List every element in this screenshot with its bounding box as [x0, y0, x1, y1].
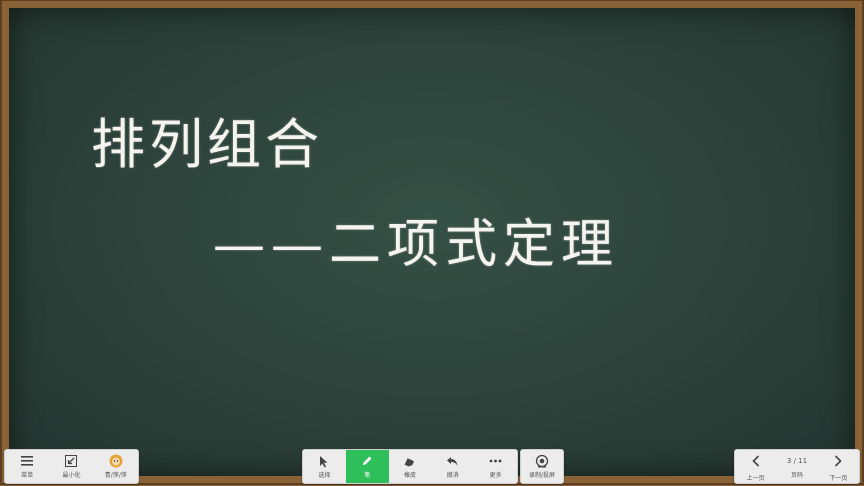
chalkboard: 排列组合 ——二项式定理 — [0, 0, 864, 486]
pager-toolbar: 上一页 3 / 11 页码 下一页 — [734, 449, 860, 484]
user-label: 青/萍/萍 — [104, 472, 127, 479]
menu-button[interactable]: 菜单 — [5, 450, 49, 483]
record-toolbar: 录制/投屏 — [520, 449, 564, 484]
page-count-label: 页码 — [790, 472, 803, 479]
eraser-label: 橡皮 — [403, 472, 416, 479]
menu-icon — [19, 454, 35, 468]
board-title: 排列组合 — [91, 113, 323, 176]
eraser-icon — [402, 454, 418, 468]
menu-label: 菜单 — [21, 472, 34, 479]
record-icon — [534, 454, 550, 468]
page-count: 3 / 11 — [786, 457, 808, 465]
more-button[interactable]: 更多 — [474, 450, 517, 483]
record-button[interactable]: 录制/投屏 — [521, 450, 563, 483]
next-page-button[interactable]: 下一页 — [818, 450, 859, 483]
eraser-tool-button[interactable]: 橡皮 — [389, 450, 432, 483]
minimize-label: 最小化 — [62, 472, 81, 479]
pen-icon — [359, 454, 375, 468]
user-button[interactable]: 青/萍/萍 — [94, 450, 138, 483]
select-tool-button[interactable]: 选择 — [303, 450, 346, 483]
minimize-button[interactable]: 最小化 — [49, 450, 93, 483]
undo-label: 撤消 — [446, 472, 459, 479]
prev-page-button[interactable]: 上一页 — [735, 450, 776, 483]
pen-label: 笔 — [364, 472, 371, 479]
tools-toolbar: 选择 笔 橡皮 撤消 更多 — [302, 449, 518, 484]
chevron-right-icon — [834, 452, 842, 471]
more-label: 更多 — [489, 472, 502, 479]
next-page-label: 下一页 — [829, 474, 848, 482]
pen-tool-button[interactable]: 笔 — [345, 450, 389, 483]
record-label: 录制/投屏 — [528, 472, 556, 479]
select-label: 选择 — [318, 472, 331, 479]
left-toolbar: 菜单 最小化 青/萍/萍 — [4, 449, 139, 484]
chevron-left-icon — [752, 452, 760, 471]
more-icon — [488, 454, 504, 468]
page-indicator[interactable]: 3 / 11 页码 — [776, 450, 817, 483]
prev-page-label: 上一页 — [746, 474, 765, 482]
avatar-icon — [108, 454, 124, 468]
minimize-icon — [63, 454, 79, 468]
undo-button[interactable]: 撤消 — [431, 450, 474, 483]
undo-icon — [445, 454, 461, 468]
board-subtitle: ——二项式定理 — [213, 215, 620, 275]
cursor-icon — [316, 454, 332, 468]
